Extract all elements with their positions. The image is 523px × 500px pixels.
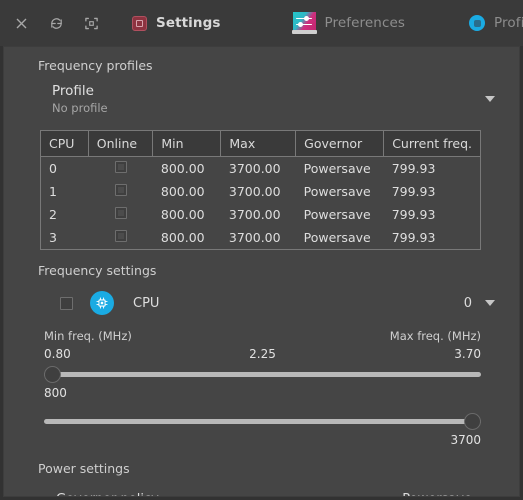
profile-name: Profile (52, 83, 94, 99)
col-header-governor: Governor (295, 131, 385, 157)
cell-current-freq: 799.93 (383, 156, 480, 180)
table-body: 0 800.00 3700.00 Powersave 799.93 1 800.… (41, 156, 480, 249)
frequency-settings-title: Frequency settings (38, 263, 157, 278)
cell-max: 3700.00 (220, 180, 296, 203)
tick-min: 0.80 (44, 347, 71, 361)
table-header-row: CPU Online Min Max Governor Current freq… (41, 131, 480, 157)
table-row[interactable]: 2 800.00 3700.00 Powersave 799.93 (41, 203, 480, 226)
cell-min: 800.00 (152, 203, 221, 226)
cell-governor: Powersave (295, 156, 384, 180)
governor-policy-row[interactable]: Governor policy Powersave (4, 476, 519, 498)
online-checkbox[interactable] (114, 184, 127, 196)
online-checkbox[interactable] (114, 207, 127, 219)
cell-online[interactable] (88, 156, 153, 180)
refresh-icon[interactable] (43, 10, 69, 36)
tab-profiles[interactable]: Profiles (459, 0, 523, 46)
cell-max: 3700.00 (220, 203, 296, 226)
cpu-table-wrapper: CPU Online Min Max Governor Current freq… (40, 130, 481, 250)
min-slider-handle[interactable] (44, 366, 61, 383)
table-row[interactable]: 3 800.00 3700.00 Powersave 799.93 (41, 226, 480, 249)
tab-settings[interactable]: Settings (122, 0, 231, 46)
cell-governor: Powersave (295, 226, 384, 249)
profile-text: Profile No profile (52, 83, 108, 115)
col-header-max: Max (220, 131, 297, 157)
cpu-selector-label: CPU (133, 295, 160, 311)
slider-tick-labels: 0.80 2.25 3.70 (44, 347, 481, 361)
cpu-selector-row: CPU 0 (4, 278, 519, 315)
cell-cpu: 3 (41, 226, 89, 249)
cell-online[interactable] (88, 180, 153, 203)
table-row[interactable]: 0 800.00 3700.00 Powersave 799.93 (41, 156, 480, 180)
profile-subtitle: No profile (52, 101, 108, 115)
cpu-select-checkbox[interactable] (60, 296, 73, 310)
tab-bar: Settings Preferences Profiles (122, 0, 523, 46)
col-header-online: Online (88, 131, 154, 157)
cell-governor: Powersave (295, 180, 384, 203)
cell-current-freq: 799.93 (383, 226, 480, 249)
chevron-down-icon[interactable] (485, 96, 495, 102)
chevron-down-icon[interactable] (485, 497, 495, 498)
cell-min: 800.00 (152, 226, 221, 249)
app-window: Settings Preferences Profiles (0, 0, 523, 500)
max-slider-value: 3700 (450, 433, 481, 447)
col-header-cpu: CPU (41, 131, 89, 157)
power-settings-title: Power settings (38, 461, 130, 476)
governor-policy-label: Governor policy (56, 492, 159, 496)
settings-icon (132, 15, 147, 31)
max-slider-track[interactable] (44, 419, 481, 424)
cell-min: 800.00 (152, 180, 221, 203)
min-slider-value: 800 (44, 386, 67, 400)
max-freq-label: Max freq. (MHz) (389, 329, 481, 343)
chevron-down-icon[interactable] (485, 300, 495, 306)
cpu-selector-dropdown[interactable]: 0 (464, 296, 499, 311)
cell-max: 3700.00 (220, 226, 296, 249)
cell-current-freq: 799.93 (383, 203, 480, 226)
tab-preferences-label: Preferences (324, 15, 406, 31)
tab-preferences[interactable]: Preferences (283, 0, 416, 46)
max-freq-slider[interactable] (44, 410, 481, 432)
min-freq-label: Min freq. (MHz) (44, 329, 132, 343)
cell-cpu: 0 (41, 156, 89, 180)
col-header-min: Min (152, 131, 222, 157)
max-slider-handle[interactable] (464, 413, 481, 430)
cell-min: 800.00 (152, 156, 221, 180)
cell-online[interactable] (88, 226, 153, 249)
online-checkbox[interactable] (114, 230, 127, 242)
content-panel: Frequency profiles Profile No profile CP… (3, 46, 520, 497)
profile-selector[interactable]: Profile No profile (4, 73, 519, 121)
frequency-profiles-title: Frequency profiles (38, 58, 153, 73)
tab-settings-label: Settings (156, 15, 221, 31)
cell-max: 3700.00 (220, 156, 296, 180)
tab-profiles-label: Profiles (494, 15, 523, 31)
min-slider-track[interactable] (44, 372, 481, 377)
cell-current-freq: 799.93 (383, 180, 480, 203)
table-header: CPU Online Min Max Governor Current freq… (41, 131, 480, 157)
governor-policy-dropdown[interactable]: Powersave (402, 492, 499, 498)
tick-max: 3.70 (454, 347, 481, 361)
preferences-icon (291, 11, 317, 35)
online-checkbox[interactable] (114, 161, 127, 173)
cell-governor: Powersave (295, 203, 384, 226)
cpu-chip-icon (90, 291, 114, 315)
min-freq-slider[interactable] (44, 363, 481, 385)
cell-cpu: 1 (41, 180, 89, 203)
col-header-current: Current freq. (383, 131, 480, 157)
profiles-icon (469, 15, 486, 31)
governor-policy-value: Powersave (402, 492, 472, 496)
cpu-selector-value: 0 (463, 295, 472, 311)
slider-axis-labels: Min freq. (MHz) Max freq. (MHz) (44, 329, 481, 343)
expand-icon[interactable] (78, 10, 104, 36)
tick-mid: 2.25 (249, 347, 276, 361)
cell-cpu: 2 (41, 203, 89, 226)
table-row[interactable]: 1 800.00 3700.00 Powersave 799.93 (41, 180, 480, 203)
toolbar: Settings Preferences Profiles (0, 0, 523, 46)
close-icon[interactable] (8, 10, 34, 36)
cpu-frequency-table: CPU Online Min Max Governor Current freq… (41, 131, 480, 249)
cell-online[interactable] (88, 203, 153, 226)
frequency-sliders: Min freq. (MHz) Max freq. (MHz) 0.80 2.2… (4, 329, 519, 447)
